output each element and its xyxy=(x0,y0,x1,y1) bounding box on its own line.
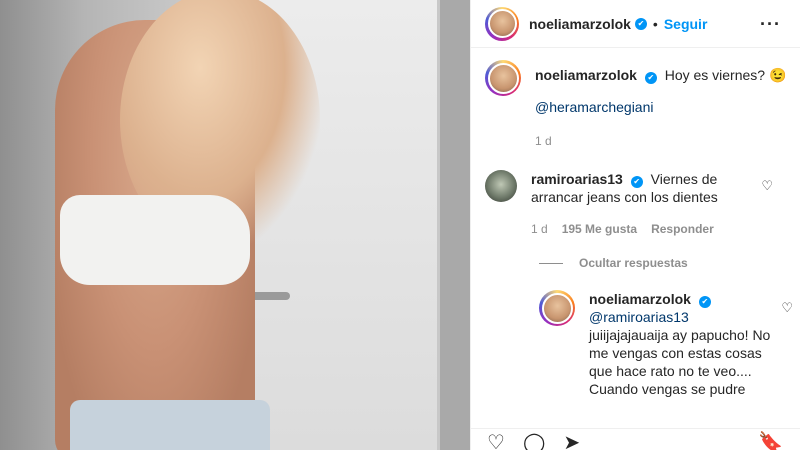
post-caption: noeliamarzolok ✔ Hoy es viernes? 😉 @hera… xyxy=(485,60,791,150)
commenter-username[interactable]: ramiroarias13 xyxy=(531,171,623,187)
comment-heart-icon[interactable]: ♡ xyxy=(761,178,773,194)
post-header: noeliamarzolok ✔ • Seguir ··· xyxy=(471,0,800,48)
verified-icon: ✔ xyxy=(698,296,711,308)
jeans xyxy=(70,400,270,450)
comment-icon[interactable]: ◯ xyxy=(523,433,545,450)
author-avatar[interactable] xyxy=(485,6,519,41)
verified-icon: ✔ xyxy=(634,17,647,30)
door-handle xyxy=(250,292,290,300)
commenter-avatar[interactable] xyxy=(485,170,517,202)
more-options-icon[interactable]: ··· xyxy=(760,14,781,35)
post-photo xyxy=(0,0,470,450)
white-top xyxy=(60,195,250,285)
post-actions: ♡ ◯ ➤ 🔖 xyxy=(471,428,800,450)
reply-heart-icon[interactable]: ♡ xyxy=(781,300,793,316)
hide-replies-label: Ocultar respuestas xyxy=(579,256,688,270)
comment-reply-button[interactable]: Responder xyxy=(651,220,714,238)
hide-replies-button[interactable]: Ocultar respuestas xyxy=(539,256,688,270)
reply-avatar[interactable] xyxy=(539,290,575,326)
comment-item: ramiroarias13 ✔ Viernes de arrancar jean… xyxy=(485,170,791,238)
caption-avatar[interactable] xyxy=(485,60,521,96)
reply-mention[interactable]: @ramiroarias13 xyxy=(589,309,689,325)
reply-text: juiijajajauaija ay papucho! No me vengas… xyxy=(589,327,771,397)
wall-background xyxy=(440,0,470,450)
comment-timestamp: 1 d xyxy=(531,222,548,236)
verified-icon: ✔ xyxy=(644,72,657,84)
caption-timestamp: 1 d xyxy=(535,134,552,148)
comment-meta: 1 d 195 Me gusta Responder xyxy=(531,220,751,238)
separator-dot: • xyxy=(652,15,658,32)
comments-panel: noeliamarzolok ✔ • Seguir ··· noeliamarz… xyxy=(470,0,800,450)
verified-icon: ✔ xyxy=(630,176,643,188)
replies-divider xyxy=(539,262,563,264)
caption-mention[interactable]: @heramarchegiani xyxy=(535,99,654,115)
reply-item: noeliamarzolok ✔ @ramiroarias13 juiijaja… xyxy=(539,290,793,398)
reply-username[interactable]: noeliamarzolok xyxy=(589,291,691,307)
author-username[interactable]: noeliamarzolok xyxy=(529,16,631,32)
like-icon[interactable]: ♡ xyxy=(487,433,505,450)
comment-likes[interactable]: 195 Me gusta xyxy=(562,220,637,238)
caption-username[interactable]: noeliamarzolok xyxy=(535,67,637,83)
save-icon[interactable]: 🔖 xyxy=(758,433,783,450)
share-icon[interactable]: ➤ xyxy=(563,433,580,450)
caption-text: Hoy es viernes? 😉 xyxy=(664,67,787,83)
follow-button[interactable]: Seguir xyxy=(664,16,708,32)
